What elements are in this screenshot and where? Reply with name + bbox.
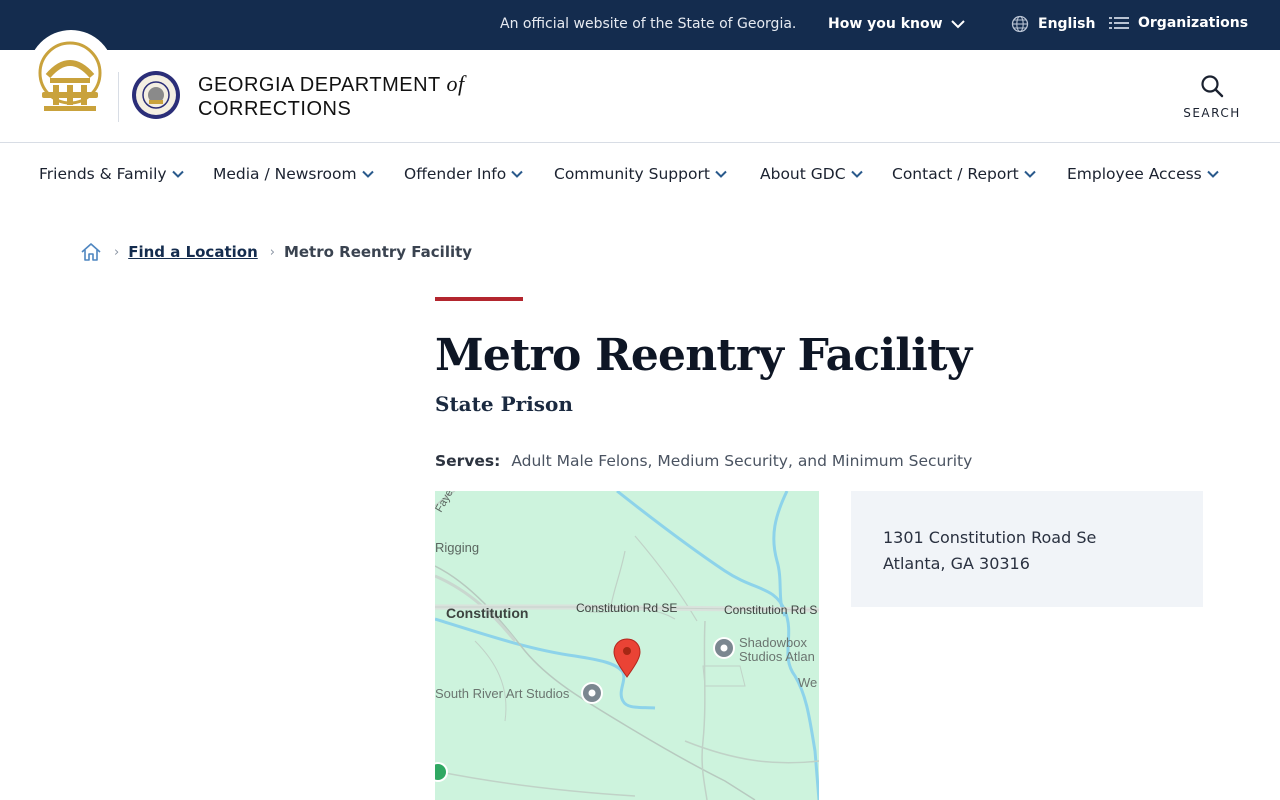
nav-offender-info[interactable]: Offender Info	[404, 165, 523, 183]
location-map[interactable]: Fayet Rigging Constitution Constitution …	[435, 491, 819, 800]
chevron-down-icon	[1207, 170, 1219, 178]
poi-south-river-marker[interactable]	[581, 682, 603, 704]
language-label: English	[1038, 16, 1096, 32]
address-line-1: 1301 Constitution Road Se	[883, 528, 1097, 547]
chevron-down-icon	[1024, 170, 1036, 178]
nav-community-support[interactable]: Community Support	[554, 165, 727, 183]
official-banner: An official website of the State of Geor…	[0, 0, 1280, 50]
serves-label: Serves:	[435, 452, 501, 470]
nav-contact-report[interactable]: Contact / Report	[892, 165, 1036, 183]
poi-shadowbox-marker[interactable]	[713, 637, 735, 659]
nav-label: Offender Info	[404, 165, 507, 183]
site-header: GEORGIA DEPARTMENT of CORRECTIONS SEARCH	[0, 30, 1280, 143]
nav-label: Community Support	[554, 165, 710, 183]
search-label: SEARCH	[1183, 106, 1241, 120]
map-label-we: We	[798, 675, 817, 690]
how-you-know-label: How you know	[828, 16, 943, 32]
breadcrumb-current: Metro Reentry Facility	[283, 243, 473, 261]
nav-media-newsroom[interactable]: Media / Newsroom	[213, 165, 374, 183]
map-label-south-river: South River Art Studios	[435, 686, 570, 701]
chevron-right-icon: ›	[269, 244, 275, 260]
search-icon	[1201, 75, 1224, 98]
map-label-constitution-rd-1: Constitution Rd SE	[576, 601, 677, 615]
site-title-line2: CORRECTIONS	[198, 98, 352, 120]
serves-value: Adult Male Felons, Medium Security, and …	[511, 452, 973, 470]
serves-line: Serves: Adult Male Felons, Medium Securi…	[435, 452, 972, 470]
nav-label: About GDC	[760, 165, 846, 183]
site-title-main: GEORGIA DEPARTMENT	[198, 74, 441, 96]
organizations-label: Organizations	[1138, 15, 1249, 31]
map-label-constitution-rd-2: Constitution Rd S	[724, 603, 817, 617]
map-label-shadowbox-studios: Studios Atlan	[739, 649, 815, 664]
chevron-down-icon	[511, 170, 523, 178]
language-selector[interactable]: English	[1011, 15, 1095, 33]
chevron-down-icon	[171, 170, 184, 178]
nav-label: Media / Newsroom	[213, 165, 357, 183]
nav-label: Contact / Report	[892, 165, 1019, 183]
gdc-seal-icon[interactable]	[131, 70, 181, 120]
chevron-right-icon: ›	[114, 244, 120, 260]
site-title[interactable]: GEORGIA DEPARTMENT of CORRECTIONS	[198, 72, 465, 121]
map-label-shadowbox: Shadowbox	[739, 635, 807, 650]
map-canvas[interactable]: Fayet Rigging Constitution Constitution …	[435, 491, 819, 800]
main-navigation: Friends & Family Media / Newsroom Offend…	[0, 143, 1280, 205]
nav-employee-access[interactable]: Employee Access	[1067, 165, 1219, 183]
chevron-down-icon	[950, 19, 965, 28]
official-site-text: An official website of the State of Geor…	[500, 16, 797, 32]
breadcrumb: › Find a Location › Metro Reentry Facili…	[80, 242, 472, 262]
breadcrumb-find-location-link[interactable]: Find a Location	[128, 243, 258, 261]
header-divider	[118, 72, 119, 122]
list-icon	[1109, 17, 1129, 29]
page-title: Metro Reentry Facility	[435, 330, 972, 381]
nav-about-gdc[interactable]: About GDC	[760, 165, 863, 183]
title-accent-bar	[435, 297, 523, 301]
map-label-rigging: Rigging	[435, 540, 479, 555]
site-title-of: of	[446, 71, 465, 96]
address-card: 1301 Constitution Road Se Atlanta, GA 30…	[851, 491, 1203, 607]
home-icon[interactable]	[80, 242, 102, 262]
georgia-state-seal-icon[interactable]	[36, 40, 104, 116]
organizations-link[interactable]: Organizations	[1109, 15, 1248, 31]
facility-type: State Prison	[435, 392, 573, 416]
map-label-constitution: Constitution	[446, 605, 528, 621]
address-line-2: Atlanta, GA 30316	[883, 554, 1030, 573]
search-button[interactable]: SEARCH	[1180, 74, 1244, 120]
nav-friends-family[interactable]: Friends & Family	[39, 165, 184, 183]
chevron-down-icon	[361, 170, 374, 178]
globe-icon	[1011, 15, 1029, 33]
chevron-down-icon	[850, 170, 863, 178]
chevron-down-icon	[715, 170, 727, 178]
nav-label: Employee Access	[1067, 165, 1202, 183]
how-you-know-toggle[interactable]: How you know	[828, 16, 965, 32]
nav-label: Friends & Family	[39, 165, 167, 183]
